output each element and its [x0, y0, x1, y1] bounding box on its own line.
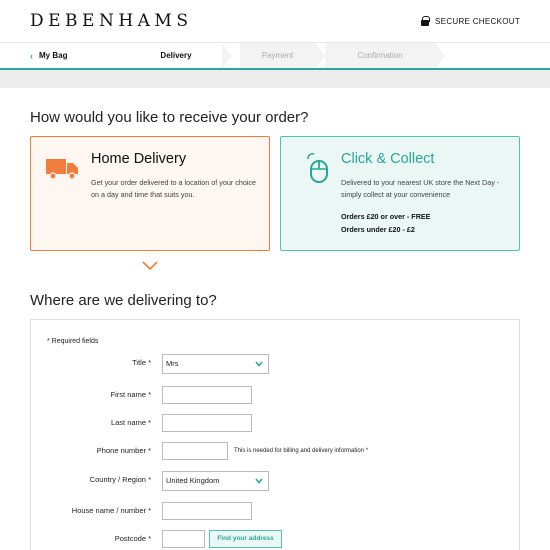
country-label: Country / Region *: [89, 475, 151, 484]
van-icon: [46, 159, 78, 180]
checkout-steps: ‹ My Bag Delivery Payment Confirmation: [0, 42, 550, 69]
step-divider: [435, 43, 445, 69]
phone-hint: This is needed for billing and delivery …: [234, 448, 369, 454]
country-row: Country / Region * United Kingdom: [31, 471, 521, 491]
last-name-label: Last name *: [110, 418, 151, 427]
back-to-bag-link[interactable]: ‹ My Bag: [30, 43, 67, 69]
phone-row: Phone number * This is needed for billin…: [31, 442, 521, 460]
secure-checkout-badge: SECURE CHECKOUT: [421, 16, 520, 26]
home-delivery-description: Get your order delivered to a location o…: [91, 178, 257, 199]
lock-icon: [421, 16, 431, 26]
phone-label: Phone number *: [96, 446, 151, 455]
step-divider: [222, 43, 232, 69]
title-row: Title * Mrs: [31, 354, 521, 374]
chevron-left-icon: ‹: [30, 51, 33, 61]
click-collect-option[interactable]: Click & Collect Delivered to your neares…: [280, 136, 520, 251]
secure-checkout-label: SECURE CHECKOUT: [435, 16, 520, 26]
receive-heading: How would you like to receive your order…: [30, 109, 309, 126]
country-select[interactable]: United Kingdom: [162, 471, 269, 491]
click-collect-description: Delivered to your nearest UK store the N…: [341, 178, 500, 199]
home-delivery-title: Home Delivery: [91, 151, 187, 167]
chevron-down-icon: [255, 478, 263, 484]
postcode-row: Postcode * Find your address: [31, 530, 521, 548]
mouse-icon: [307, 153, 328, 183]
phone-field[interactable]: [162, 442, 228, 460]
title-select[interactable]: Mrs: [162, 354, 269, 374]
first-name-field[interactable]: [162, 386, 252, 404]
delivery-address-heading: Where are we delivering to?: [30, 292, 217, 309]
house-label: House name / number *: [71, 506, 151, 515]
last-name-row: Last name *: [31, 414, 521, 432]
postcode-field[interactable]: [162, 530, 205, 548]
chevron-down-icon: [142, 261, 158, 271]
first-name-label: First name *: [110, 390, 151, 399]
country-select-value: United Kingdom: [166, 476, 220, 485]
click-collect-fee-paid: Orders under £20 - £2: [341, 225, 415, 234]
click-collect-title: Click & Collect: [341, 151, 435, 167]
title-select-value: Mrs: [166, 359, 179, 368]
header-band: [0, 70, 550, 88]
debenhams-logo[interactable]: DEBENHAMS: [30, 11, 192, 31]
click-collect-fee-free: Orders £20 or over - FREE: [341, 212, 431, 221]
step-divider: [315, 43, 325, 69]
site-header: DEBENHAMS SECURE CHECKOUT: [0, 0, 550, 42]
first-name-row: First name *: [31, 386, 521, 404]
postcode-label: Postcode *: [114, 534, 151, 543]
last-name-field[interactable]: [162, 414, 252, 432]
back-to-bag-label: My Bag: [39, 51, 68, 60]
house-field[interactable]: [162, 502, 252, 520]
required-fields-note: * Required fields: [47, 338, 99, 345]
chevron-down-icon: [255, 361, 263, 367]
title-label: Title *: [132, 358, 151, 367]
step-payment: Payment: [240, 43, 315, 69]
step-confirmation: Confirmation: [325, 43, 435, 69]
home-delivery-option[interactable]: Home Delivery Get your order delivered t…: [30, 136, 270, 251]
house-row: House name / number *: [31, 502, 521, 520]
delivery-address-form: * Required fields Title * Mrs First name…: [30, 319, 520, 550]
find-address-button[interactable]: Find your address: [209, 530, 282, 548]
step-delivery: Delivery: [160, 51, 192, 60]
